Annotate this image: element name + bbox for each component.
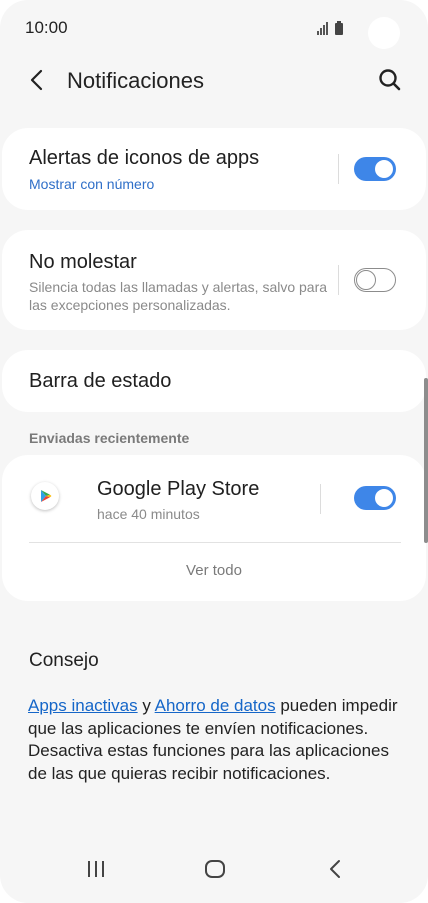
dnd-toggle[interactable]: [354, 268, 396, 292]
scrollbar[interactable]: [424, 378, 428, 543]
tip-heading: Consejo: [29, 650, 99, 671]
badges-subtitle: Mostrar con número: [29, 176, 155, 192]
dnd-title: No molestar: [29, 251, 137, 273]
nav-back-icon[interactable]: [326, 859, 346, 884]
signal-battery-icon: [317, 21, 345, 40]
divider: [320, 484, 321, 514]
inactive-apps-link[interactable]: Apps inactivas: [28, 696, 138, 715]
recent-apps-card: Google Play Store hace 40 minutos Ver to…: [2, 455, 426, 601]
app-name: Google Play Store: [97, 478, 260, 500]
home-icon[interactable]: [204, 859, 226, 884]
status-bar-setting[interactable]: Barra de estado: [2, 350, 426, 412]
statusbar-title: Barra de estado: [29, 370, 172, 392]
app-notification-toggle[interactable]: [354, 486, 396, 510]
back-arrow-icon[interactable]: [26, 68, 48, 92]
app-bar: Notificaciones: [0, 58, 428, 102]
badges-toggle[interactable]: [354, 157, 396, 181]
app-icon-badges-setting[interactable]: Alertas de iconos de apps Mostrar con nú…: [2, 128, 426, 210]
do-not-disturb-setting[interactable]: No molestar Silencia todas las llamadas …: [2, 230, 426, 330]
status-bar: 10:00: [0, 0, 428, 58]
tip-connector: y: [137, 696, 155, 715]
app-notification-time: hace 40 minutos: [97, 506, 200, 522]
page-title: Notificaciones: [67, 68, 204, 93]
recents-icon[interactable]: [86, 859, 106, 884]
search-icon[interactable]: [377, 67, 403, 93]
status-time: 10:00: [25, 18, 68, 37]
separator: [29, 542, 401, 543]
divider: [338, 154, 339, 184]
camera-cutout: [368, 17, 400, 49]
data-saver-link[interactable]: Ahorro de datos: [155, 696, 276, 715]
see-all-button[interactable]: Ver todo: [2, 562, 426, 579]
tip-paragraph: Apps inactivas y Ahorro de datos pueden …: [28, 695, 398, 785]
badges-title: Alertas de iconos de apps: [29, 147, 260, 169]
phone-screen: 10:00 Notificaciones Alertas de iconos d…: [0, 0, 428, 903]
dnd-description: Silencia todas las llamadas y alertas, s…: [29, 279, 328, 313]
recent-section-heading: Enviadas recientemente: [29, 430, 190, 446]
divider: [338, 265, 339, 295]
navigation-bar: [0, 845, 428, 903]
google-play-icon: [31, 482, 59, 510]
